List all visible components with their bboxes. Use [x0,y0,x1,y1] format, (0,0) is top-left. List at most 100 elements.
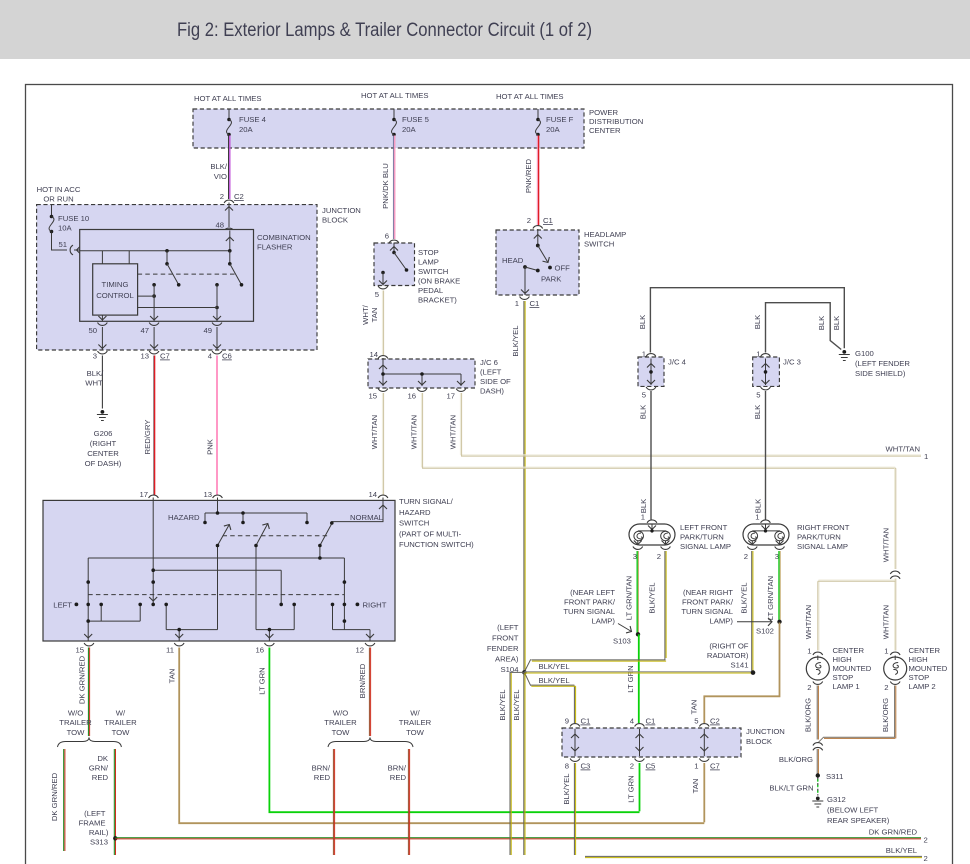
svg-text:1: 1 [515,299,519,308]
svg-text:W/: W/ [116,709,126,718]
svg-text:BLOCK: BLOCK [322,216,349,225]
svg-text:3: 3 [93,352,97,361]
svg-text:TURN SIGNAL: TURN SIGNAL [681,607,733,616]
svg-text:Fig 2: Exterior Lamps & Traile: Fig 2: Exterior Lamps & Trailer Connecto… [177,20,592,41]
svg-text:BLK/ORG: BLK/ORG [804,698,813,732]
svg-text:BLK/ORG: BLK/ORG [881,698,890,732]
svg-text:PEDAL: PEDAL [418,286,444,295]
svg-text:DK: DK [97,754,109,763]
svg-text:BLK/YEL: BLK/YEL [539,676,571,685]
svg-text:FUSE 5: FUSE 5 [402,115,429,124]
svg-text:HOT AT ALL TIMES: HOT AT ALL TIMES [194,94,262,103]
svg-text:C1: C1 [543,216,553,225]
svg-text:FRONT PARK/: FRONT PARK/ [682,598,734,607]
svg-text:(ON BRAKE: (ON BRAKE [418,277,460,286]
svg-text:2: 2 [924,854,928,863]
svg-text:RED: RED [92,773,109,782]
svg-text:(PART OF MULTI-: (PART OF MULTI- [399,529,462,538]
svg-text:PNK/RED: PNK/RED [524,158,533,193]
svg-text:COMBINATION: COMBINATION [257,233,311,242]
svg-text:9: 9 [565,717,569,726]
svg-text:FRONT: FRONT [492,634,519,643]
svg-text:BLK: BLK [639,498,648,513]
svg-text:47: 47 [140,326,149,335]
svg-text:2: 2 [744,552,748,561]
svg-text:1: 1 [807,647,811,656]
svg-text:CONTROL: CONTROL [96,291,134,300]
svg-text:BLK/YEL: BLK/YEL [562,773,571,805]
svg-text:S313: S313 [90,838,108,847]
svg-text:GRN/: GRN/ [89,764,109,773]
svg-text:RED: RED [314,773,331,782]
svg-text:LT GRN: LT GRN [626,665,635,692]
svg-text:HEADLAMP: HEADLAMP [584,230,626,239]
svg-text:13: 13 [203,490,212,499]
svg-text:W/O: W/O [68,709,83,718]
svg-text:STOP: STOP [909,673,930,682]
svg-text:4: 4 [208,352,213,361]
svg-text:FUSE 10: FUSE 10 [58,214,89,223]
svg-text:SIDE SHIELD): SIDE SHIELD) [855,369,906,378]
svg-text:C1: C1 [530,299,540,308]
svg-text:BRN/: BRN/ [388,764,407,773]
svg-text:2: 2 [924,836,928,845]
svg-text:FUSE F: FUSE F [546,115,574,124]
svg-text:BLK/: BLK/ [210,162,228,171]
svg-text:POWER: POWER [589,108,618,117]
svg-text:BRACKET): BRACKET) [418,296,457,305]
svg-text:4: 4 [630,717,635,726]
svg-text:20A: 20A [546,125,561,134]
svg-text:(NEAR LEFT: (NEAR LEFT [570,588,615,597]
svg-text:6: 6 [385,232,389,241]
svg-text:RIGHT: RIGHT [363,601,387,610]
svg-text:J/C 6: J/C 6 [480,358,498,367]
svg-text:LT GRN/TAN: LT GRN/TAN [625,576,634,620]
svg-text:G100: G100 [855,349,874,358]
svg-text:DK GRN/RED: DK GRN/RED [78,655,87,704]
svg-text:BLK: BLK [817,315,826,330]
svg-text:PNK: PNK [206,438,215,455]
svg-text:MOUNTED: MOUNTED [909,664,948,673]
svg-text:BLK: BLK [638,314,647,329]
svg-text:13: 13 [140,352,149,361]
svg-text:C2: C2 [234,192,244,201]
svg-text:HOT AT ALL TIMES: HOT AT ALL TIMES [496,92,564,101]
svg-text:CENTER: CENTER [589,126,621,135]
svg-text:STOP: STOP [833,673,854,682]
svg-text:TRAILER: TRAILER [324,718,357,727]
svg-text:(RIGHT OF: (RIGHT OF [709,642,748,651]
svg-text:TAN: TAN [691,779,700,794]
svg-text:TIMING: TIMING [102,280,129,289]
svg-text:(NEAR RIGHT: (NEAR RIGHT [683,588,733,597]
svg-text:C6: C6 [222,352,232,361]
svg-text:3: 3 [633,552,637,561]
svg-text:WHT/TAN: WHT/TAN [370,415,379,449]
svg-text:AREA): AREA) [495,655,519,664]
svg-text:TOW: TOW [406,728,425,737]
svg-text:BLK/YEL: BLK/YEL [740,582,749,614]
svg-text:LAMP 2: LAMP 2 [909,682,936,691]
svg-text:17: 17 [446,392,455,401]
svg-text:BLK/YEL: BLK/YEL [886,846,918,855]
svg-text:STOP: STOP [418,248,439,257]
svg-text:TAN: TAN [370,308,379,323]
svg-text:BLK: BLK [832,315,841,330]
svg-text:12: 12 [355,646,364,655]
svg-text:WHT/TAN: WHT/TAN [410,415,419,449]
svg-text:WHT: WHT [85,379,103,388]
svg-text:RADIATOR): RADIATOR) [707,651,749,660]
svg-text:G206: G206 [94,429,113,438]
svg-text:5: 5 [756,391,760,400]
svg-text:DK GRN/RED: DK GRN/RED [869,828,918,837]
svg-text:HOT IN ACC: HOT IN ACC [37,185,81,194]
svg-text:5: 5 [694,717,698,726]
svg-text:DK GRN/RED: DK GRN/RED [50,772,59,821]
svg-text:WHT/TAN: WHT/TAN [882,605,891,639]
svg-text:TOW: TOW [112,728,131,737]
svg-text:C7: C7 [160,352,170,361]
svg-text:2: 2 [527,216,531,225]
svg-text:BLK: BLK [753,314,762,329]
svg-text:15: 15 [75,646,84,655]
svg-text:1: 1 [924,452,928,461]
svg-text:10A: 10A [58,224,73,233]
